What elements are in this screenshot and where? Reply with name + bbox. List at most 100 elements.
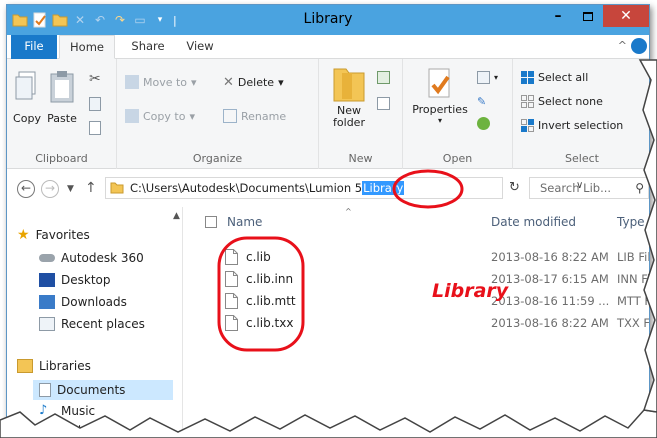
sort-ascending-icon: ^ bbox=[345, 207, 352, 216]
search-input[interactable]: Search Lib... ⚲ bbox=[529, 177, 649, 199]
file-row[interactable]: c.lib.inn 2013-08-17 6:15 AM INN File bbox=[185, 269, 649, 291]
window-controls: – ✕ bbox=[543, 5, 649, 27]
new-group: New folder New bbox=[319, 59, 403, 169]
easy-access-icon bbox=[377, 97, 390, 110]
history-button[interactable] bbox=[477, 117, 490, 130]
delete-label: Delete bbox=[237, 76, 275, 89]
nav-item-music[interactable]: ♪ Music bbox=[39, 403, 95, 418]
organize-group: Move to ▾ Copy to ▾ ✕ Delete ▾ Rename Organ… bbox=[117, 59, 319, 169]
file-date: 2013-08-17 6:15 AM bbox=[491, 272, 609, 286]
properties-label: Properties bbox=[412, 103, 468, 116]
tab-home[interactable]: Home bbox=[59, 35, 115, 59]
copy-path-button[interactable] bbox=[89, 97, 101, 111]
back-arrow-icon: ← bbox=[20, 181, 32, 195]
new-group-label: New bbox=[348, 152, 373, 165]
dropdown-icon: ▾ bbox=[189, 109, 195, 123]
close-button[interactable]: ✕ bbox=[603, 5, 649, 27]
scroll-up-icon[interactable]: ▲ bbox=[173, 211, 180, 221]
back-button[interactable]: ← bbox=[17, 180, 35, 198]
recent-places-icon bbox=[39, 317, 55, 331]
tab-file[interactable]: File bbox=[11, 35, 57, 59]
copy-to-button[interactable]: Copy to ▾ bbox=[125, 109, 195, 123]
rename-button[interactable]: Rename bbox=[223, 109, 286, 123]
open-button[interactable]: ▾ bbox=[477, 71, 498, 84]
edit-button[interactable]: ✎ bbox=[477, 95, 486, 108]
file-date: 2013-08-16 8:22 AM bbox=[491, 316, 609, 330]
invert-selection-icon bbox=[521, 119, 534, 132]
file-type: TXX File bbox=[617, 316, 650, 330]
dropdown-icon: ▾ bbox=[494, 73, 499, 82]
nav-favorites-label: Favorites bbox=[35, 228, 90, 242]
column-header-date-modified[interactable]: Date modified bbox=[491, 215, 576, 229]
file-icon bbox=[225, 315, 238, 331]
select-none-button[interactable]: Select none bbox=[521, 95, 603, 108]
paste-button[interactable]: Paste bbox=[45, 69, 79, 125]
column-header-name[interactable]: Name bbox=[227, 215, 262, 229]
refresh-icon[interactable]: ↻ bbox=[509, 180, 520, 195]
title-bar: ✕ ↶ ↷ ▭ ▾ | Library – ✕ bbox=[7, 5, 649, 35]
file-row[interactable]: c.lib 2013-08-16 8:22 AM LIB File bbox=[185, 247, 649, 269]
tab-view[interactable]: View bbox=[177, 35, 223, 59]
minimize-button[interactable]: – bbox=[543, 5, 573, 27]
tab-share[interactable]: Share bbox=[125, 35, 171, 59]
address-row: ← → ▼ ↑ C:\Users\Autodesk\Documents\Lumi… bbox=[7, 169, 649, 207]
explorer-window: ✕ ↶ ↷ ▭ ▾ | Library – ✕ File Home Share … bbox=[6, 4, 650, 432]
nav-item-downloads[interactable]: Downloads bbox=[39, 295, 127, 309]
nav-item-pictures[interactable]: Pictures bbox=[39, 423, 109, 431]
star-icon: ★ bbox=[17, 227, 30, 243]
nav-item-autodesk-360[interactable]: Autodesk 360 bbox=[39, 251, 144, 265]
nav-item-documents[interactable]: Documents bbox=[33, 380, 173, 400]
paste-shortcut-icon bbox=[89, 121, 101, 135]
recent-locations-button[interactable]: ▼ bbox=[67, 184, 74, 194]
nav-item-label: Autodesk 360 bbox=[61, 251, 144, 265]
delete-button[interactable]: ✕ Delete ▾ bbox=[223, 75, 284, 90]
search-icon: ⚲ bbox=[635, 181, 644, 195]
move-to-button[interactable]: Move to ▾ bbox=[125, 75, 197, 89]
nav-item-label: Music bbox=[61, 403, 96, 418]
minimize-icon: – bbox=[554, 8, 562, 24]
copy-button[interactable]: Copy bbox=[13, 69, 41, 125]
navigation-pane: ▲ ★ Favorites Autodesk 360 Desktop Downl… bbox=[7, 207, 183, 431]
select-all-button[interactable]: Select all bbox=[521, 71, 588, 84]
file-type: LIB File bbox=[617, 250, 649, 264]
file-icon bbox=[225, 293, 238, 309]
paste-shortcut-button[interactable] bbox=[89, 121, 101, 135]
nav-item-desktop[interactable]: Desktop bbox=[39, 273, 111, 287]
new-folder-icon bbox=[333, 68, 365, 102]
new-folder-button[interactable]: New folder bbox=[327, 63, 371, 129]
help-icon[interactable] bbox=[631, 38, 647, 54]
file-row[interactable]: c.lib.mtt 2013-08-16 11:59 ... MTT File bbox=[185, 291, 649, 313]
file-name: c.lib.mtt bbox=[246, 294, 296, 308]
cut-button[interactable]: ✂ bbox=[89, 71, 101, 87]
new-item-button[interactable] bbox=[377, 71, 390, 84]
invert-selection-button[interactable]: Invert selection bbox=[521, 119, 623, 132]
clipboard-group-label: Clipboard bbox=[35, 152, 88, 165]
properties-button[interactable]: Properties ▾ bbox=[411, 67, 469, 125]
up-button[interactable]: ↑ bbox=[85, 180, 97, 196]
copy-icon bbox=[15, 71, 36, 100]
forward-button[interactable]: → bbox=[41, 180, 59, 198]
select-all-checkbox[interactable] bbox=[205, 216, 217, 228]
nav-libraries[interactable]: Libraries bbox=[17, 359, 91, 373]
nav-favorites[interactable]: ★ Favorites bbox=[17, 227, 90, 243]
select-none-icon bbox=[521, 95, 534, 108]
address-bar[interactable]: C:\Users\Autodesk\Documents\Lumion 5Libr… bbox=[105, 177, 583, 199]
libraries-icon bbox=[17, 359, 33, 373]
address-path-prefix: C:\Users\Autodesk\Documents\Lumion 5 bbox=[130, 181, 363, 195]
easy-access-button[interactable] bbox=[377, 97, 390, 110]
dropdown-icon: ▾ bbox=[278, 76, 284, 89]
close-icon: ✕ bbox=[620, 8, 632, 24]
address-path[interactable]: C:\Users\Autodesk\Documents\Lumion 5Libr… bbox=[130, 181, 405, 195]
ribbon: Copy Paste ✂ Clipboard Move to ▾ Copy to ▾… bbox=[7, 59, 649, 169]
dropdown-icon: ▾ bbox=[437, 116, 442, 125]
up-arrow-icon: ↑ bbox=[85, 180, 97, 196]
open-icon bbox=[477, 71, 490, 84]
nav-item-recent-places[interactable]: Recent places bbox=[39, 317, 145, 331]
maximize-button[interactable] bbox=[573, 5, 603, 27]
minimize-ribbon-icon[interactable]: ^ bbox=[618, 39, 627, 52]
file-icon bbox=[225, 271, 238, 287]
clipboard-group: Copy Paste ✂ Clipboard bbox=[7, 59, 117, 169]
downloads-icon bbox=[39, 295, 55, 309]
column-header-type[interactable]: Type bbox=[617, 215, 645, 229]
file-row[interactable]: c.lib.txx 2013-08-16 8:22 AM TXX File bbox=[185, 313, 650, 335]
